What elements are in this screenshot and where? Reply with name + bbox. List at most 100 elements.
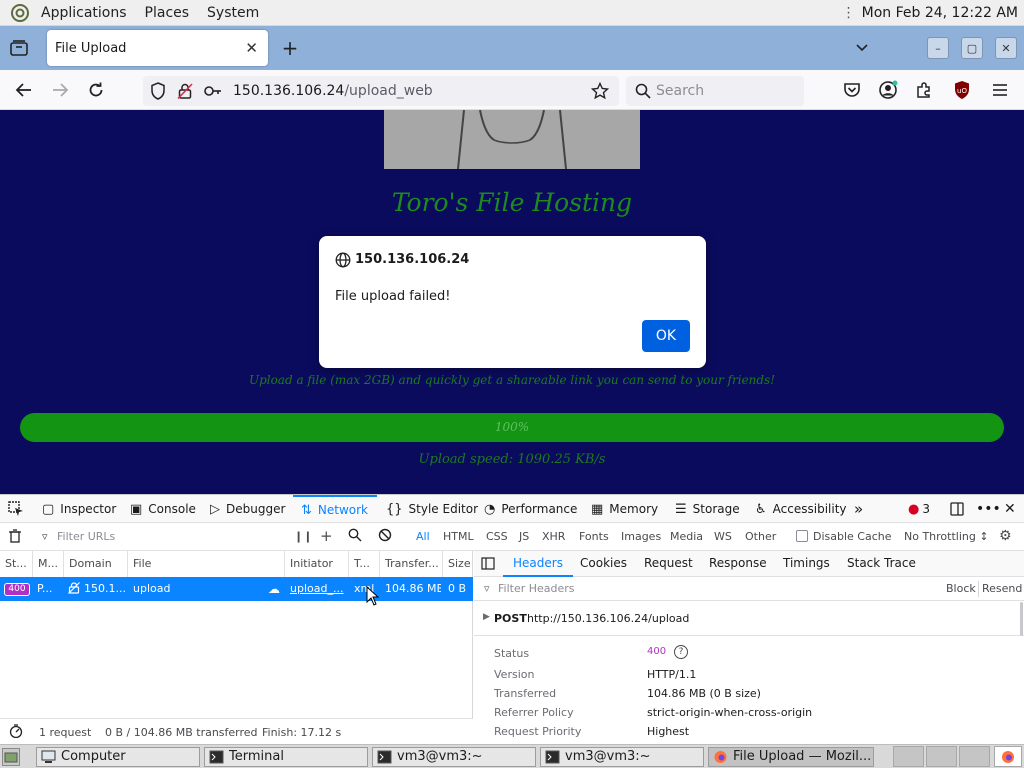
workspace-2[interactable] (926, 746, 957, 767)
maximize-icon[interactable]: ▢ (961, 37, 983, 59)
toggle-sidebar-icon[interactable] (481, 557, 495, 573)
tab-request[interactable]: Request (644, 551, 693, 577)
filter-js[interactable]: JS (519, 530, 529, 543)
devtools-menu-icon[interactable]: ••• (976, 495, 1001, 523)
clear-trash-icon[interactable] (8, 529, 22, 546)
col-file[interactable]: File (128, 551, 285, 577)
col-initiator[interactable]: Initiator (285, 551, 349, 577)
filter-fonts[interactable]: Fonts (579, 530, 609, 543)
filter-html[interactable]: HTML (443, 530, 474, 543)
add-request-icon[interactable]: + (320, 527, 333, 545)
url-bar[interactable]: 150.136.106.24/upload_web (143, 76, 619, 106)
extensions-puzzle-icon[interactable] (912, 78, 936, 102)
network-settings-gear-icon[interactable]: ⚙ (999, 528, 1012, 544)
filter-urls-input[interactable]: Filter URLs (57, 530, 115, 543)
tab-memory[interactable]: ▦ Memory (591, 495, 658, 523)
col-domain[interactable]: Domain (64, 551, 128, 577)
applications-menu[interactable]: Applications (32, 5, 136, 21)
task-computer[interactable]: Computer (36, 747, 200, 767)
show-desktop-icon[interactable] (2, 748, 20, 766)
request-summary[interactable]: ▶ POST http://150.136.106.24/upload (474, 602, 1024, 636)
task-firefox[interactable]: File Upload — Mozil... (708, 747, 874, 767)
filter-css[interactable]: CSS (486, 530, 508, 543)
block-button[interactable]: Block (946, 582, 976, 595)
search-requests-icon[interactable] (348, 528, 362, 545)
reload-icon[interactable] (84, 78, 108, 102)
hamburger-menu-icon[interactable] (988, 78, 1012, 102)
workspace-1[interactable] (893, 746, 924, 767)
workspace-3[interactable] (959, 746, 990, 767)
col-type[interactable]: T... (349, 551, 380, 577)
network-filter-bar: ▿ Filter URLs ❙❙ + All HTML CSS JS XHR F… (0, 523, 1024, 551)
search-bar[interactable]: Search (626, 76, 804, 106)
tab-inspector[interactable]: ▢ Inspector (42, 495, 116, 523)
col-method[interactable]: M... (33, 551, 64, 577)
tab-headers[interactable]: Headers (503, 551, 573, 577)
tab-timings[interactable]: Timings (783, 551, 830, 577)
filter-all[interactable]: All (416, 530, 430, 543)
system-menu[interactable]: System (198, 5, 268, 21)
close-tab-icon[interactable]: ✕ (245, 39, 258, 57)
forward-icon[interactable] (48, 78, 72, 102)
clock[interactable]: Mon Feb 24, 12:22 AM (862, 5, 1018, 21)
url-text[interactable]: 150.136.106.24/upload_web (233, 83, 433, 99)
minimize-icon[interactable]: – (927, 37, 949, 59)
tab-stack-trace[interactable]: Stack Trace (847, 551, 916, 577)
scrollbar[interactable] (1020, 602, 1023, 636)
expand-triangle-icon[interactable]: ▶ (483, 612, 490, 622)
pause-icon[interactable]: ❙❙ (294, 530, 312, 543)
more-tools-chevron-icon[interactable]: » (854, 495, 863, 523)
tab-file-upload[interactable]: File Upload ✕ (47, 30, 268, 66)
filter-media[interactable]: Media (670, 530, 703, 543)
tab-style-editor[interactable]: {} Style Editor (386, 495, 478, 523)
tab-storage[interactable]: ☰ Storage (675, 495, 740, 523)
tab-cookies[interactable]: Cookies (580, 551, 627, 577)
tab-console[interactable]: ▣ Console (130, 495, 196, 523)
disable-cache-checkbox[interactable] (796, 530, 808, 542)
back-icon[interactable] (12, 78, 36, 102)
filter-xhr[interactable]: XHR (542, 530, 565, 543)
task-vm3-terminal-1[interactable]: vm3@vm3:~ (372, 747, 536, 767)
ok-button[interactable]: OK (642, 320, 690, 352)
filter-images[interactable]: Images (621, 530, 661, 543)
filter-other[interactable]: Other (745, 530, 776, 543)
error-count-badge[interactable]: ● 3 (908, 495, 930, 523)
task-terminal[interactable]: Terminal (204, 747, 368, 767)
gnome-foot-icon[interactable] (10, 3, 30, 23)
task-vm3-terminal-2[interactable]: vm3@vm3:~ (540, 747, 704, 767)
col-transferred[interactable]: Transfer... (380, 551, 443, 577)
trash-applet[interactable] (994, 746, 1022, 767)
places-menu[interactable]: Places (136, 5, 199, 21)
key-icon[interactable] (203, 83, 223, 102)
tab-accessibility[interactable]: ♿ Accessibility (755, 495, 847, 523)
pocket-icon[interactable] (840, 78, 864, 102)
bookmark-star-icon[interactable] (590, 81, 610, 103)
list-tabs-chevron-icon[interactable] (852, 38, 872, 58)
block-requests-icon[interactable] (378, 528, 392, 545)
insecure-lock-icon[interactable] (177, 82, 193, 103)
dock-side-icon[interactable] (950, 495, 964, 523)
terminal-icon (545, 750, 560, 764)
tab-network[interactable]: ⇅ Network (293, 495, 377, 523)
throttling-select[interactable]: No Throttling ↕ (904, 530, 989, 543)
filter-headers-input[interactable]: Filter Headers (498, 582, 575, 595)
account-icon[interactable] (876, 78, 900, 102)
status-help-icon[interactable]: ? (674, 645, 688, 659)
performance-analysis-icon[interactable] (9, 724, 23, 741)
tab-response[interactable]: Response (709, 551, 767, 577)
element-picker-icon[interactable] (8, 495, 24, 523)
ublock-origin-icon[interactable]: uO (950, 78, 974, 102)
tab-debugger[interactable]: ▷ Debugger (210, 495, 285, 523)
tab-performance[interactable]: ◔ Performance (484, 495, 577, 523)
new-tab-icon[interactable]: + (280, 36, 300, 60)
col-status[interactable]: St... (0, 551, 33, 577)
resend-button[interactable]: Resend (982, 582, 1022, 595)
close-devtools-icon[interactable]: ✕ (1004, 495, 1016, 523)
table-row[interactable]: 400 P... 150.1... upload ☁ upload_... xm… (0, 577, 473, 606)
close-window-icon[interactable]: ✕ (995, 37, 1017, 59)
filter-ws[interactable]: WS (714, 530, 732, 543)
col-size[interactable]: Size (443, 551, 473, 577)
tracking-shield-icon[interactable] (150, 82, 166, 103)
tab-overview-icon[interactable] (8, 38, 30, 58)
request-initiator-link[interactable]: upload_... (290, 582, 346, 595)
